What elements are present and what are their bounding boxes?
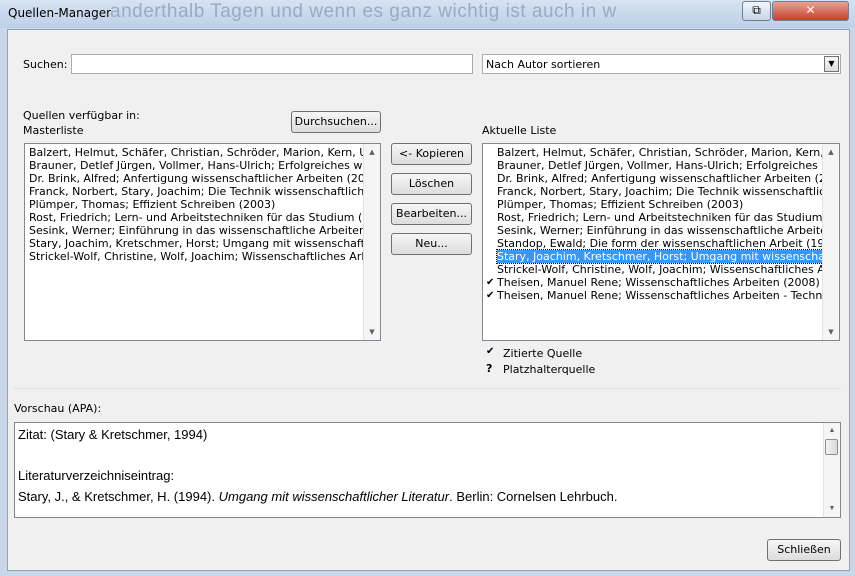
cited-check-icon: ✔ bbox=[486, 346, 495, 357]
list-item[interactable]: Dr. Brink, Alfred; Anfertigung wissensch… bbox=[29, 172, 364, 185]
scroll-down-icon[interactable]: ▼ bbox=[364, 325, 380, 339]
list-item[interactable]: Rost, Friedrich; Lern- und Arbeitstechni… bbox=[497, 211, 823, 224]
close-icon: ✕ bbox=[805, 3, 816, 17]
list-item[interactable]: Theisen, Manuel Rene; Wissenschaftliches… bbox=[497, 289, 823, 302]
list-item[interactable]: Plümper, Thomas; Effizient Schreiben (20… bbox=[497, 198, 823, 211]
close-window-button[interactable]: ✕ bbox=[772, 1, 849, 21]
separator bbox=[14, 388, 841, 389]
list-item[interactable]: Strickel-Wolf, Christine, Wolf, Joachim;… bbox=[497, 263, 823, 276]
bib-title: Umgang mit wissenschaftlicher Literatur bbox=[218, 489, 450, 504]
list-item[interactable]: Stary, Joachim, Kretschmer, Horst; Umgan… bbox=[29, 237, 364, 250]
master-list-scrollbar[interactable]: ▲ ▼ bbox=[363, 144, 380, 340]
list-item[interactable]: Brauner, Detlef Jürgen, Vollmer, Hans-Ul… bbox=[497, 159, 823, 172]
scroll-thumb[interactable] bbox=[825, 439, 838, 455]
current-list-scrollbar[interactable]: ▲ ▼ bbox=[822, 144, 839, 340]
background-document-text: anderthalb Tagen und wenn es ganz wichti… bbox=[110, 1, 617, 22]
sort-select[interactable]: Nach Autor sortieren ▼ bbox=[482, 54, 841, 74]
scroll-up-icon[interactable]: ▲ bbox=[364, 145, 380, 159]
chevron-down-icon[interactable]: ▼ bbox=[824, 56, 839, 72]
list-item[interactable]: Plümper, Thomas; Effizient Schreiben (20… bbox=[29, 198, 364, 211]
search-label: Suchen: bbox=[23, 58, 68, 71]
cited-check-icon: ✔ bbox=[486, 290, 495, 301]
list-item[interactable]: Strickel-Wolf, Christine, Wolf, Joachim;… bbox=[29, 250, 364, 263]
window-title: Quellen-Manager bbox=[8, 6, 112, 20]
title-bar: anderthalb Tagen und wenn es ganz wichti… bbox=[0, 0, 855, 28]
list-item[interactable]: Dr. Brink, Alfred; Anfertigung wissensch… bbox=[497, 172, 823, 185]
new-button[interactable]: Neu... bbox=[391, 233, 472, 255]
edit-button[interactable]: Bearbeiten... bbox=[391, 203, 472, 225]
master-list[interactable]: Balzert, Helmut, Schäfer, Christian, Sch… bbox=[24, 143, 381, 341]
search-input[interactable] bbox=[71, 54, 473, 74]
current-list[interactable]: Balzert, Helmut, Schäfer, Christian, Sch… bbox=[482, 143, 840, 341]
sort-selected-value: Nach Autor sortieren bbox=[486, 58, 601, 71]
delete-button[interactable]: Löschen bbox=[391, 173, 472, 195]
preview-pane: Zitat: (Stary & Kretschmer, 1994) Litera… bbox=[14, 422, 841, 518]
current-list-label: Aktuelle Liste bbox=[482, 124, 557, 137]
scroll-down-icon[interactable]: ▼ bbox=[823, 325, 839, 339]
copy-button[interactable]: <- Kopieren bbox=[391, 143, 472, 165]
preview-label: Vorschau (APA): bbox=[14, 402, 102, 415]
legend-cited-label: Zitierte Quelle bbox=[503, 347, 583, 360]
browse-button[interactable]: Durchsuchen... bbox=[291, 111, 381, 133]
legend-placeholder-label: Platzhalterquelle bbox=[503, 363, 596, 376]
list-item[interactable]: Franck, Norbert, Stary, Joachim; Die Tec… bbox=[497, 185, 823, 198]
list-item[interactable]: Balzert, Helmut, Schäfer, Christian, Sch… bbox=[29, 146, 364, 159]
list-item[interactable]: Rost, Friedrich; Lern- und Arbeitstechni… bbox=[29, 211, 364, 224]
bib-prefix: Stary, J., & Kretschmer, H. (1994). bbox=[18, 489, 215, 504]
scroll-down-icon[interactable]: ▼ bbox=[824, 502, 840, 516]
list-item[interactable]: Theisen, Manuel Rene; Wissenschaftliches… bbox=[497, 276, 823, 289]
scroll-up-icon[interactable]: ▲ bbox=[824, 424, 840, 438]
scroll-up-icon[interactable]: ▲ bbox=[823, 145, 839, 159]
preview-bibliography-heading: Literaturverzeichniseintrag: bbox=[18, 468, 175, 483]
list-item[interactable]: Brauner, Detlef Jürgen, Vollmer, Hans-Ul… bbox=[29, 159, 364, 172]
list-item[interactable]: Sesink, Werner; Einführung in das wissen… bbox=[497, 224, 823, 237]
dialog-client-area: Suchen: Nach Autor sortieren ▼ Quellen v… bbox=[7, 29, 850, 571]
bib-suffix: . Berlin: Cornelsen Lehrbuch. bbox=[449, 489, 618, 504]
list-item-selected[interactable]: Stary, Joachim, Kretschmer, Horst; Umgan… bbox=[496, 249, 824, 264]
preview-citation: Zitat: (Stary & Kretschmer, 1994) bbox=[18, 427, 208, 442]
available-sources-label: Quellen verfügbar in: bbox=[23, 109, 140, 122]
list-item[interactable]: Balzert, Helmut, Schäfer, Christian, Sch… bbox=[497, 146, 823, 159]
close-button[interactable]: Schließen bbox=[767, 539, 841, 561]
preview-scrollbar[interactable]: ▲ ▼ bbox=[823, 423, 840, 517]
master-list-label: Masterliste bbox=[23, 124, 84, 137]
placeholder-icon: ? bbox=[486, 362, 493, 375]
restore-button[interactable]: ⧉ bbox=[742, 1, 771, 21]
source-manager-window: anderthalb Tagen und wenn es ganz wichti… bbox=[0, 0, 855, 576]
restore-icon: ⧉ bbox=[752, 3, 761, 17]
preview-bibliography-entry: Stary, J., & Kretschmer, H. (1994). Umga… bbox=[18, 489, 617, 504]
cited-check-icon: ✔ bbox=[486, 277, 495, 288]
list-item[interactable]: Sesink, Werner; Einführung in das wissen… bbox=[29, 224, 364, 237]
list-item[interactable]: Franck, Norbert, Stary, Joachim; Die Tec… bbox=[29, 185, 364, 198]
list-item[interactable]: Standop, Ewald; Die form der wissenschaf… bbox=[497, 237, 823, 250]
